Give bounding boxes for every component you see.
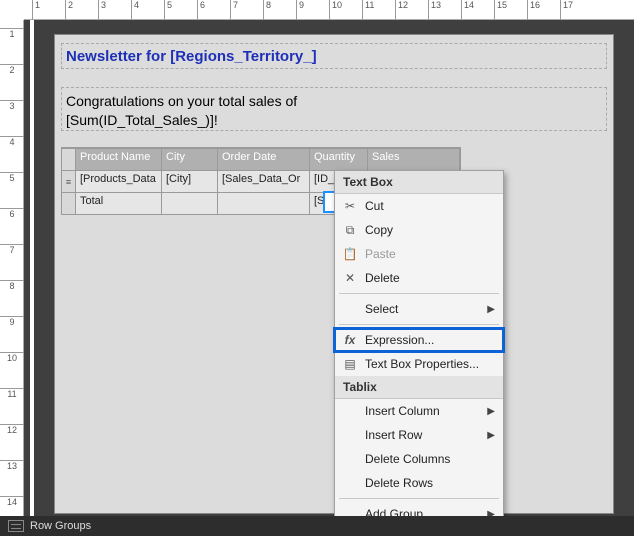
menu-label: Cut bbox=[361, 199, 495, 213]
ruler-tick: 2 bbox=[65, 0, 98, 20]
properties-icon: ▤ bbox=[339, 355, 361, 373]
ruler-tick: 4 bbox=[0, 136, 24, 172]
menu-item-cut[interactable]: ✂ Cut bbox=[335, 194, 503, 218]
paste-icon: 📋 bbox=[339, 245, 361, 263]
context-menu: Text Box ✂ Cut ⧉ Copy 📋 Paste ✕ Delete S… bbox=[334, 170, 504, 536]
ruler-tick: 5 bbox=[0, 172, 24, 208]
ruler-tick: 1 bbox=[32, 0, 65, 20]
menu-item-paste: 📋 Paste bbox=[335, 242, 503, 266]
row-groups-panel[interactable]: Row Groups bbox=[0, 516, 634, 536]
menu-item-expression[interactable]: fx Expression... bbox=[335, 328, 503, 352]
menu-label: Select bbox=[361, 302, 487, 316]
col-header-product[interactable]: Product Name bbox=[76, 148, 162, 170]
ruler-tick: 11 bbox=[0, 388, 24, 424]
ruler-tick: 6 bbox=[0, 208, 24, 244]
menu-item-delete[interactable]: ✕ Delete bbox=[335, 266, 503, 290]
menu-label: Expression... bbox=[361, 333, 495, 347]
menu-separator bbox=[339, 324, 499, 325]
row-handle-icon[interactable] bbox=[62, 148, 76, 170]
menu-item-insert-row[interactable]: Insert Row ▶ bbox=[335, 423, 503, 447]
newsletter-title-textbox[interactable]: Newsletter for [Regions_Territory_] bbox=[61, 43, 607, 69]
cell-total-orderdate[interactable] bbox=[218, 192, 310, 214]
ruler-tick: 9 bbox=[0, 316, 24, 352]
ruler-tick: 2 bbox=[0, 64, 24, 100]
cell-total-city[interactable] bbox=[162, 192, 218, 214]
tablix-header-row: Product Name City Order Date Quantity Sa… bbox=[62, 148, 460, 170]
menu-label: Delete Rows bbox=[361, 476, 495, 490]
row-groups-label: Row Groups bbox=[30, 520, 91, 532]
ruler-tick: 3 bbox=[98, 0, 131, 20]
page-edge-stub bbox=[30, 20, 34, 516]
menu-label: Text Box Properties... bbox=[361, 357, 495, 371]
fx-icon: fx bbox=[339, 331, 361, 349]
ruler-tick: 17 bbox=[560, 0, 593, 20]
menu-label: Insert Column bbox=[361, 404, 487, 418]
row-groups-icon bbox=[8, 520, 24, 532]
chevron-right-icon: ▶ bbox=[487, 406, 495, 417]
col-header-sales[interactable]: Sales bbox=[368, 148, 460, 170]
ruler-tick: 5 bbox=[164, 0, 197, 20]
context-menu-section-textbox: Text Box bbox=[335, 171, 503, 194]
menu-item-textbox-properties[interactable]: ▤ Text Box Properties... bbox=[335, 352, 503, 376]
ruler-tick: 6 bbox=[197, 0, 230, 20]
congrats-line-2: [Sum(ID_Total_Sales_)]! bbox=[66, 112, 218, 128]
cut-icon: ✂ bbox=[339, 197, 361, 215]
menu-label: Delete bbox=[361, 271, 495, 285]
chevron-right-icon: ▶ bbox=[487, 430, 495, 441]
blank-icon bbox=[339, 450, 361, 468]
cell-orderdate[interactable]: [Sales_Data_Or bbox=[218, 170, 310, 192]
menu-separator bbox=[339, 498, 499, 499]
chevron-right-icon: ▶ bbox=[487, 304, 495, 315]
context-menu-section-tablix: Tablix bbox=[335, 376, 503, 399]
design-canvas[interactable]: Newsletter for [Regions_Territory_] Cong… bbox=[24, 20, 634, 516]
cell-city[interactable]: [City] bbox=[162, 170, 218, 192]
menu-label: Paste bbox=[361, 247, 495, 261]
ruler-tick: 1 bbox=[0, 28, 24, 64]
ruler-tick: 13 bbox=[428, 0, 461, 20]
ruler-tick: 13 bbox=[0, 460, 24, 496]
ruler-tick: 12 bbox=[0, 424, 24, 460]
row-handle-icon[interactable] bbox=[62, 192, 76, 214]
ruler-tick: 11 bbox=[362, 0, 395, 20]
menu-label: Delete Columns bbox=[361, 452, 495, 466]
menu-separator bbox=[339, 293, 499, 294]
ruler-tick: 15 bbox=[494, 0, 527, 20]
menu-item-delete-rows[interactable]: Delete Rows bbox=[335, 471, 503, 495]
col-header-orderdate[interactable]: Order Date bbox=[218, 148, 310, 170]
blank-icon bbox=[339, 474, 361, 492]
menu-item-select[interactable]: Select ▶ bbox=[335, 297, 503, 321]
delete-icon: ✕ bbox=[339, 269, 361, 287]
ruler-tick: 10 bbox=[0, 352, 24, 388]
blank-icon bbox=[339, 402, 361, 420]
cell-product[interactable]: [Products_Data bbox=[76, 170, 162, 192]
menu-item-insert-column[interactable]: Insert Column ▶ bbox=[335, 399, 503, 423]
menu-item-delete-columns[interactable]: Delete Columns bbox=[335, 447, 503, 471]
ruler-tick: 12 bbox=[395, 0, 428, 20]
ruler-tick: 8 bbox=[263, 0, 296, 20]
menu-item-copy[interactable]: ⧉ Copy bbox=[335, 218, 503, 242]
ruler-tick: 16 bbox=[527, 0, 560, 20]
cell-total-label[interactable]: Total bbox=[76, 192, 162, 214]
blank-icon bbox=[339, 426, 361, 444]
ruler-tick: 4 bbox=[131, 0, 164, 20]
horizontal-ruler: 1234567891011121314151617 bbox=[24, 0, 634, 20]
ruler-tick: 14 bbox=[461, 0, 494, 20]
ruler-tick: 9 bbox=[296, 0, 329, 20]
congrats-line-1: Congratulations on your total sales of bbox=[66, 93, 297, 109]
ruler-tick: 8 bbox=[0, 280, 24, 316]
col-header-quantity[interactable]: Quantity bbox=[310, 148, 368, 170]
vertical-ruler: 1234567891011121314 bbox=[0, 20, 24, 516]
ruler-tick: 7 bbox=[0, 244, 24, 280]
copy-icon: ⧉ bbox=[339, 221, 361, 239]
menu-label: Copy bbox=[361, 223, 495, 237]
row-handle-icon[interactable]: ≡ bbox=[62, 170, 76, 192]
ruler-tick: 7 bbox=[230, 0, 263, 20]
menu-label: Insert Row bbox=[361, 428, 487, 442]
col-header-city[interactable]: City bbox=[162, 148, 218, 170]
blank-icon bbox=[339, 300, 361, 318]
ruler-tick: 3 bbox=[0, 100, 24, 136]
ruler-tick: 10 bbox=[329, 0, 362, 20]
congrats-textbox[interactable]: Congratulations on your total sales of [… bbox=[61, 87, 607, 131]
